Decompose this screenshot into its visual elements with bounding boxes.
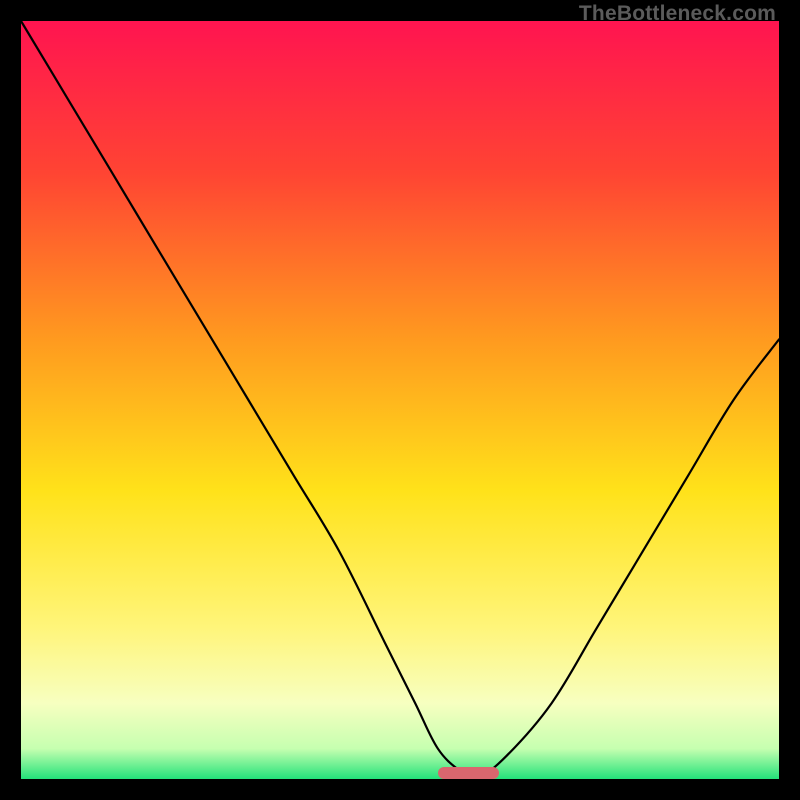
watermark-label: TheBottleneck.com (579, 2, 776, 26)
chart-frame: TheBottleneck.com (0, 0, 800, 800)
curve-path (21, 21, 779, 780)
bottleneck-curve (21, 21, 779, 779)
optimal-range-marker (438, 767, 499, 779)
